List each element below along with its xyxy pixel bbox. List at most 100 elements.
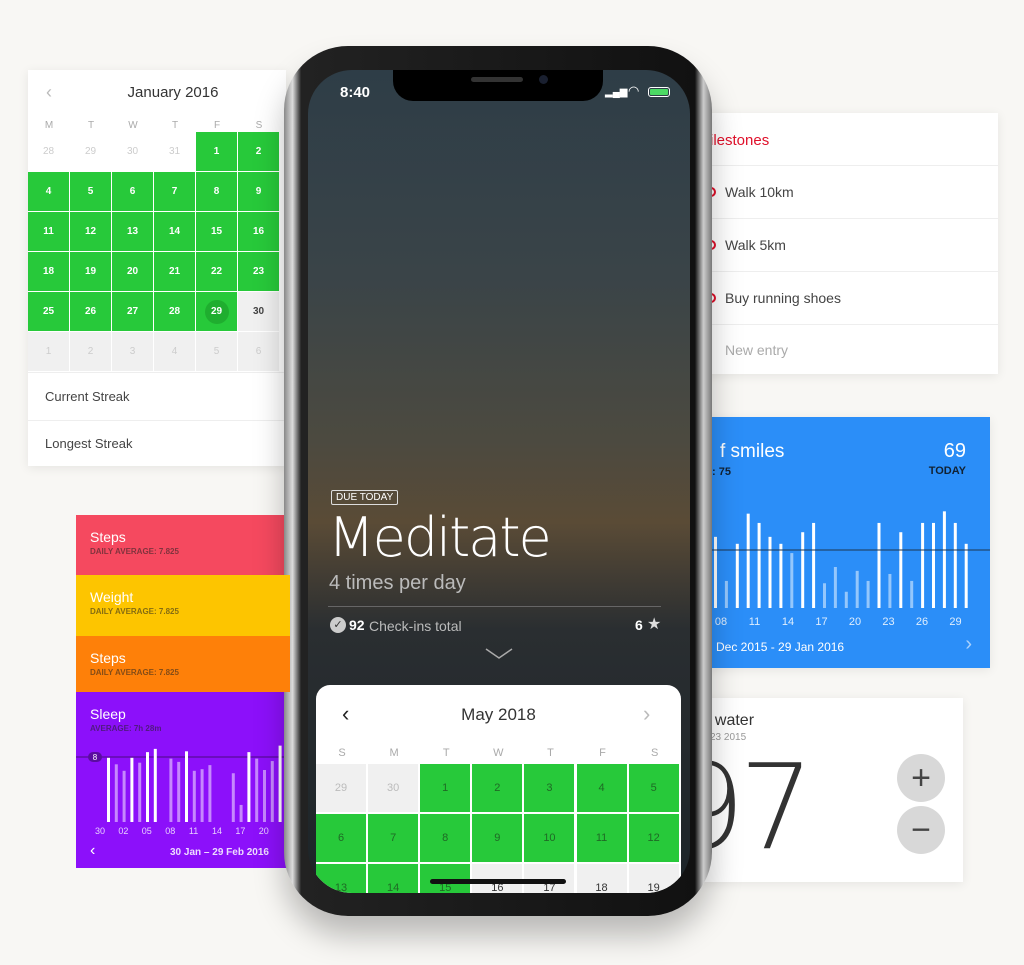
new-entry-input[interactable]: New entry: [700, 324, 998, 374]
chevron-down-icon[interactable]: [484, 647, 514, 661]
calendar-day[interactable]: 5: [196, 332, 238, 372]
calendar-day[interactable]: 19: [70, 252, 112, 292]
calendar-day[interactable]: 16: [238, 212, 280, 252]
calendar-day[interactable]: 8: [420, 814, 473, 864]
calendar-day[interactable]: 12: [628, 814, 681, 864]
smiles-bar: [877, 522, 881, 608]
calendar-day[interactable]: 28: [154, 292, 196, 332]
calendar-day[interactable]: 11: [28, 212, 70, 252]
calendar-day[interactable]: 1: [196, 132, 238, 172]
day-number: 4: [171, 346, 178, 357]
calendar-day[interactable]: 3: [112, 332, 154, 372]
calendar-day[interactable]: 23: [238, 252, 280, 292]
stat-card[interactable]: Steps DAILY AVERAGE: 7.825: [76, 636, 290, 692]
calendar-day[interactable]: 4: [28, 172, 70, 212]
milestone-item[interactable]: Walk 10km: [700, 165, 998, 218]
calendar-day[interactable]: 9: [238, 172, 280, 212]
calendar-day[interactable]: 11: [576, 814, 629, 864]
calendar-day[interactable]: 4: [154, 332, 196, 372]
chevron-left-icon[interactable]: ‹: [90, 842, 95, 860]
calendar-day[interactable]: 13: [316, 864, 369, 893]
calendar-day[interactable]: 1: [420, 764, 473, 814]
day-number: 10: [543, 832, 556, 844]
calendar-day[interactable]: 25: [28, 292, 70, 332]
calendar-day[interactable]: 19: [628, 864, 681, 893]
calendar-day[interactable]: 9: [472, 814, 525, 864]
calendar-day[interactable]: 26: [70, 292, 112, 332]
x-tick-label: 14: [212, 826, 222, 836]
day-number: 25: [42, 306, 55, 317]
decrement-button[interactable]: −: [897, 806, 945, 854]
checkins-count: 92: [349, 617, 365, 633]
calendar-day[interactable]: 13: [112, 212, 154, 252]
calendar-day[interactable]: 31: [154, 132, 196, 172]
calendar-day[interactable]: 5: [628, 764, 681, 814]
calendar-day[interactable]: 7: [154, 172, 196, 212]
calendar-day[interactable]: 6: [238, 332, 280, 372]
calendar-day[interactable]: 20: [112, 252, 154, 292]
calendar-day[interactable]: 14: [154, 212, 196, 252]
calendar-day[interactable]: 8: [196, 172, 238, 212]
calendar-day[interactable]: 29: [316, 764, 369, 814]
calendar-day[interactable]: 21: [154, 252, 196, 292]
calendar-day[interactable]: 29: [196, 292, 238, 332]
wifi-icon: ◠: [628, 83, 640, 98]
day-number: 22: [210, 266, 223, 277]
calendar-day[interactable]: 27: [112, 292, 154, 332]
calendar-day[interactable]: 30: [368, 764, 421, 814]
calendar-day[interactable]: 15: [196, 212, 238, 252]
calendar-day[interactable]: 14: [368, 864, 421, 893]
day-number: 15: [210, 226, 223, 237]
sleep-card[interactable]: Sleep AVERAGE: 7h 28m 8 30 02 05 08 11 14 17 20 …: [76, 692, 290, 868]
calendar-day[interactable]: 30: [112, 132, 154, 172]
chevron-right-icon[interactable]: ›: [643, 701, 650, 727]
calendar-day[interactable]: 5: [70, 172, 112, 212]
calendar-day[interactable]: 29: [70, 132, 112, 172]
weekday-label: M: [389, 747, 399, 759]
day-number: 16: [252, 226, 265, 237]
calendar-day[interactable]: 7: [368, 814, 421, 864]
day-number: 26: [84, 306, 97, 317]
smiles-bar: [953, 522, 957, 608]
sleep-bar: [153, 748, 157, 822]
status-time: 8:40: [340, 84, 371, 101]
milestone-item[interactable]: Buy running shoes: [700, 271, 998, 324]
day-number: 19: [647, 882, 660, 893]
chevron-right-icon[interactable]: ›: [965, 633, 972, 656]
habit-title: Meditate: [328, 506, 552, 569]
day-number: 3: [129, 346, 136, 357]
calendar-day[interactable]: 4: [576, 764, 629, 814]
calendar-day[interactable]: 6: [316, 814, 369, 864]
weekday-label: T: [547, 747, 554, 759]
calendar-day[interactable]: 28: [28, 132, 70, 172]
milestone-item[interactable]: Walk 5km: [700, 218, 998, 271]
stat-card[interactable]: Weight DAILY AVERAGE: 7.825: [76, 575, 290, 636]
calendar-day[interactable]: 12: [70, 212, 112, 252]
increment-button[interactable]: +: [897, 754, 945, 802]
sleep-bar: [231, 773, 235, 822]
sleep-bar: [169, 758, 173, 822]
calendar-day[interactable]: 30: [238, 292, 280, 332]
smiles-bar: [888, 573, 892, 608]
calendar-day[interactable]: 10: [524, 814, 577, 864]
day-number: 19: [84, 266, 97, 277]
sleep-bar: [278, 745, 282, 822]
stat-card[interactable]: Steps DAILY AVERAGE: 7.825: [76, 515, 290, 575]
day-number: 4: [45, 186, 52, 197]
weekday-label: T: [87, 120, 95, 131]
day-number: 30: [252, 306, 265, 317]
calendar-day[interactable]: 2: [472, 764, 525, 814]
calendar-day[interactable]: 6: [112, 172, 154, 212]
day-number: 28: [42, 146, 55, 157]
calendar-day[interactable]: 1: [28, 332, 70, 372]
calendar-day[interactable]: 22: [196, 252, 238, 292]
current-streak-row: Current Streak: [28, 372, 286, 420]
calendar-day[interactable]: 2: [238, 132, 280, 172]
smiles-date-range: Dec 2015 - 29 Jan 2016: [716, 640, 845, 654]
calendar-day[interactable]: 18: [28, 252, 70, 292]
calendar-day[interactable]: 3: [524, 764, 577, 814]
calendar-day[interactable]: 2: [70, 332, 112, 372]
calendar-day[interactable]: 18: [576, 864, 629, 893]
sleep-bar: [177, 761, 181, 822]
x-tick-label: 30: [95, 826, 105, 836]
